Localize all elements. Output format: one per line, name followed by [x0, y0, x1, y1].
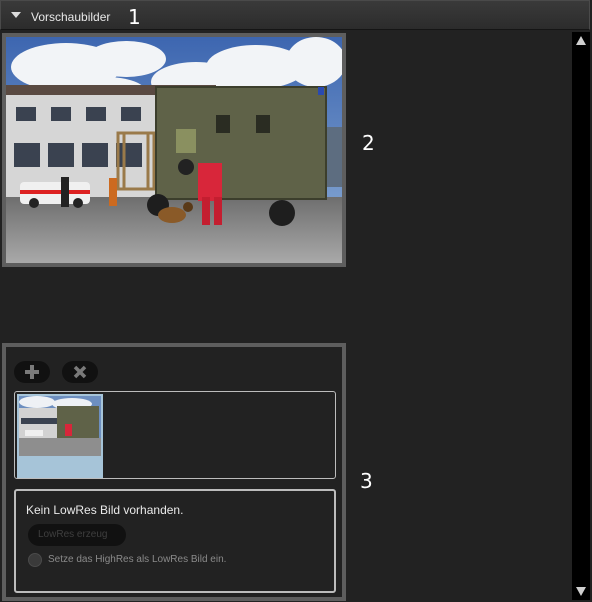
section-title: Vorschaubilder	[31, 10, 111, 24]
use-highres-radio[interactable]	[28, 553, 42, 567]
remove-button[interactable]	[62, 361, 98, 383]
add-button[interactable]	[14, 361, 50, 383]
plus-icon	[25, 365, 39, 379]
annotation-marker-1: 1	[128, 5, 141, 29]
close-icon	[73, 365, 87, 379]
annotation-marker-3: 3	[360, 469, 373, 493]
scroll-down-arrow-icon[interactable]	[576, 587, 586, 596]
lowres-settings: Kein LowRes Bild vorhanden. LowRes erzeu…	[14, 489, 336, 593]
thumbnail-image	[17, 394, 103, 478]
preview-image-frame[interactable]	[2, 33, 346, 267]
use-highres-label: Setze das HighRes als LowRes Bild ein.	[48, 554, 227, 565]
thumbnail-list	[14, 391, 336, 479]
vertical-scrollbar[interactable]	[572, 32, 590, 600]
chevron-down-icon[interactable]	[11, 12, 21, 18]
section-header[interactable]: Vorschaubilder	[0, 0, 590, 30]
create-lowres-button[interactable]: LowRes erzeug	[28, 524, 126, 546]
preview-image	[6, 37, 342, 263]
lowres-message: Kein LowRes Bild vorhanden.	[26, 503, 184, 517]
annotation-marker-2: 2	[362, 131, 375, 155]
scroll-up-arrow-icon[interactable]	[576, 36, 586, 45]
thumbnail-item[interactable]	[17, 394, 103, 478]
lowres-panel: Kein LowRes Bild vorhanden. LowRes erzeu…	[2, 343, 346, 601]
